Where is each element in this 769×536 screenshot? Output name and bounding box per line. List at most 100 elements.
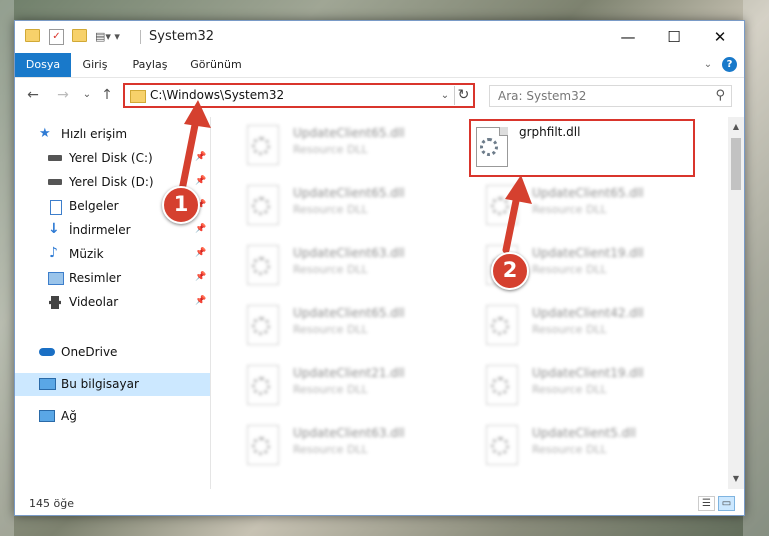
file-type: Resource DLL — [293, 443, 368, 456]
vertical-scrollbar[interactable]: ▲ ▼ — [728, 117, 744, 489]
background-branch — [0, 0, 14, 536]
sidebar-item-label: Yerel Disk (C:) — [69, 151, 153, 165]
file-name: UpdateClient19.dll — [532, 246, 644, 260]
file-type: Resource DLL — [293, 263, 368, 276]
computer-icon — [39, 378, 56, 390]
file-type: Resource DLL — [293, 323, 368, 336]
file-name: UpdateClient65.dll — [293, 126, 405, 140]
file-item[interactable]: UpdateClient63.dll Resource DLL — [235, 423, 435, 469]
file-item[interactable]: UpdateClient42.dll Resource DLL — [474, 303, 674, 349]
picture-icon — [48, 272, 64, 285]
window-title: System32 — [149, 29, 215, 44]
drive-icon — [48, 179, 62, 185]
pin-icon: 📌 — [195, 296, 207, 306]
minimize-button[interactable]: — — [605, 21, 651, 53]
sidebar-item-label: OneDrive — [61, 345, 118, 359]
download-arrow-icon: ↓ — [48, 221, 60, 237]
recent-locations-icon[interactable]: ⌄ — [79, 87, 95, 103]
file-item[interactable]: UpdateClient21.dll Resource DLL — [235, 363, 435, 409]
folder-icon — [130, 90, 146, 103]
file-name: UpdateClient42.dll — [532, 306, 644, 320]
music-note-icon: ♪ — [49, 245, 58, 261]
file-type: Resource DLL — [293, 143, 368, 156]
chevron-down-icon[interactable]: ⌄ — [438, 88, 452, 104]
expand-ribbon-icon[interactable]: ⌄ — [701, 53, 715, 77]
scroll-down-icon[interactable]: ▼ — [728, 471, 744, 487]
search-icon[interactable]: ⚲ — [715, 88, 725, 103]
folder-icon — [25, 29, 40, 45]
gear-icon — [491, 377, 509, 395]
scroll-thumb[interactable] — [731, 138, 741, 190]
forward-icon[interactable]: → — [55, 87, 71, 103]
gear-icon — [480, 138, 498, 156]
gear-icon — [252, 317, 270, 335]
file-item[interactable]: UpdateClient65.dll Resource DLL — [235, 303, 435, 349]
sidebar-item-network[interactable]: Ağ — [15, 405, 210, 428]
tab-view[interactable]: Görünüm — [185, 53, 247, 77]
gear-icon — [252, 197, 270, 215]
file-type: Resource DLL — [532, 443, 607, 456]
gear-icon — [252, 257, 270, 275]
address-bar[interactable]: C:\Windows\System32 ⌄ ↻ — [123, 83, 475, 108]
file-item[interactable]: UpdateClient65.dll Resource DLL — [474, 183, 674, 229]
sidebar-item-local-disk-c[interactable]: Yerel Disk (C:) 📌 — [15, 147, 210, 170]
close-button[interactable]: ✕ — [697, 21, 743, 53]
file-item[interactable]: UpdateClient63.dll Resource DLL — [235, 243, 435, 289]
document-icon — [50, 200, 62, 215]
gear-icon — [491, 437, 509, 455]
tab-home[interactable]: Giriş — [75, 53, 115, 77]
callout-step-2: 2 — [491, 252, 529, 290]
pin-icon: 📌 — [195, 152, 207, 162]
pin-icon: 📌 — [195, 224, 207, 234]
details-view-icon[interactable]: ☰ — [698, 496, 715, 511]
file-item[interactable]: UpdateClient19.dll Resource DLL — [474, 363, 674, 409]
sidebar-item-videos[interactable]: Videolar 📌 — [15, 291, 210, 314]
file-list: UpdateClient65.dll Resource DLL UpdateCl… — [211, 117, 728, 489]
back-icon[interactable]: ← — [25, 87, 41, 103]
file-type: Resource DLL — [532, 383, 607, 396]
sidebar-item-label: Yerel Disk (D:) — [69, 175, 154, 189]
film-icon — [49, 296, 61, 309]
file-item[interactable]: UpdateClient65.dll Resource DLL — [235, 123, 435, 169]
tab-share[interactable]: Paylaş — [127, 53, 173, 77]
gear-icon — [252, 437, 270, 455]
file-item[interactable]: UpdateClient65.dll Resource DLL — [235, 183, 435, 229]
sidebar-item-label: Hızlı erişim — [61, 127, 128, 141]
file-name: UpdateClient5.dll — [532, 426, 636, 440]
file-explorer-window: ✓ ▤▾ ▾ System32 — ☐ ✕ Dosya Giriş Paylaş… — [14, 20, 745, 516]
new-folder-icon[interactable] — [72, 29, 87, 45]
address-path[interactable]: C:\Windows\System32 — [150, 88, 284, 102]
sidebar-item-onedrive[interactable]: OneDrive — [15, 341, 210, 364]
maximize-button[interactable]: ☐ — [651, 21, 697, 53]
tab-file[interactable]: Dosya — [15, 53, 71, 77]
sidebar-item-this-pc[interactable]: Bu bilgisayar — [15, 373, 210, 396]
up-icon[interactable]: ↑ — [99, 87, 115, 103]
search-placeholder: Ara: System32 — [498, 89, 587, 103]
search-input[interactable]: Ara: System32 ⚲ — [489, 85, 732, 107]
file-item[interactable]: UpdateClient5.dll Resource DLL — [474, 423, 674, 469]
pin-icon: 📌 — [195, 272, 207, 282]
tiles-view-icon[interactable]: ▭ — [718, 496, 735, 511]
sidebar-item-quick-access[interactable]: ★ Hızlı erişim — [15, 123, 210, 146]
sidebar-item-label: Bu bilgisayar — [61, 377, 139, 391]
file-type: Resource DLL — [532, 203, 607, 216]
file-name: UpdateClient63.dll — [293, 426, 405, 440]
item-count: 145 öğe — [29, 497, 74, 510]
ribbon-tabs: Dosya Giriş Paylaş Görünüm ⌄ ? — [15, 53, 744, 78]
star-icon: ★ — [39, 126, 51, 141]
callout-step-1: 1 — [162, 186, 200, 224]
file-type: Resource DLL — [293, 383, 368, 396]
refresh-icon[interactable]: ↻ — [454, 86, 472, 105]
gear-icon — [252, 377, 270, 395]
sidebar-item-music[interactable]: ♪ Müzik 📌 — [15, 243, 210, 266]
help-icon[interactable]: ? — [722, 57, 737, 72]
background-branch — [743, 0, 769, 536]
title-separator — [140, 30, 141, 44]
scroll-up-icon[interactable]: ▲ — [728, 119, 744, 135]
properties-icon[interactable]: ✓ — [49, 29, 64, 45]
customize-toolbar-icon[interactable]: ▤▾ ▾ — [95, 29, 123, 45]
sidebar-item-pictures[interactable]: Resimler 📌 — [15, 267, 210, 290]
file-name: grphfilt.dll — [519, 125, 581, 139]
file-type: Resource DLL — [293, 203, 368, 216]
highlighted-file-item[interactable]: grphfilt.dll — [469, 119, 695, 177]
